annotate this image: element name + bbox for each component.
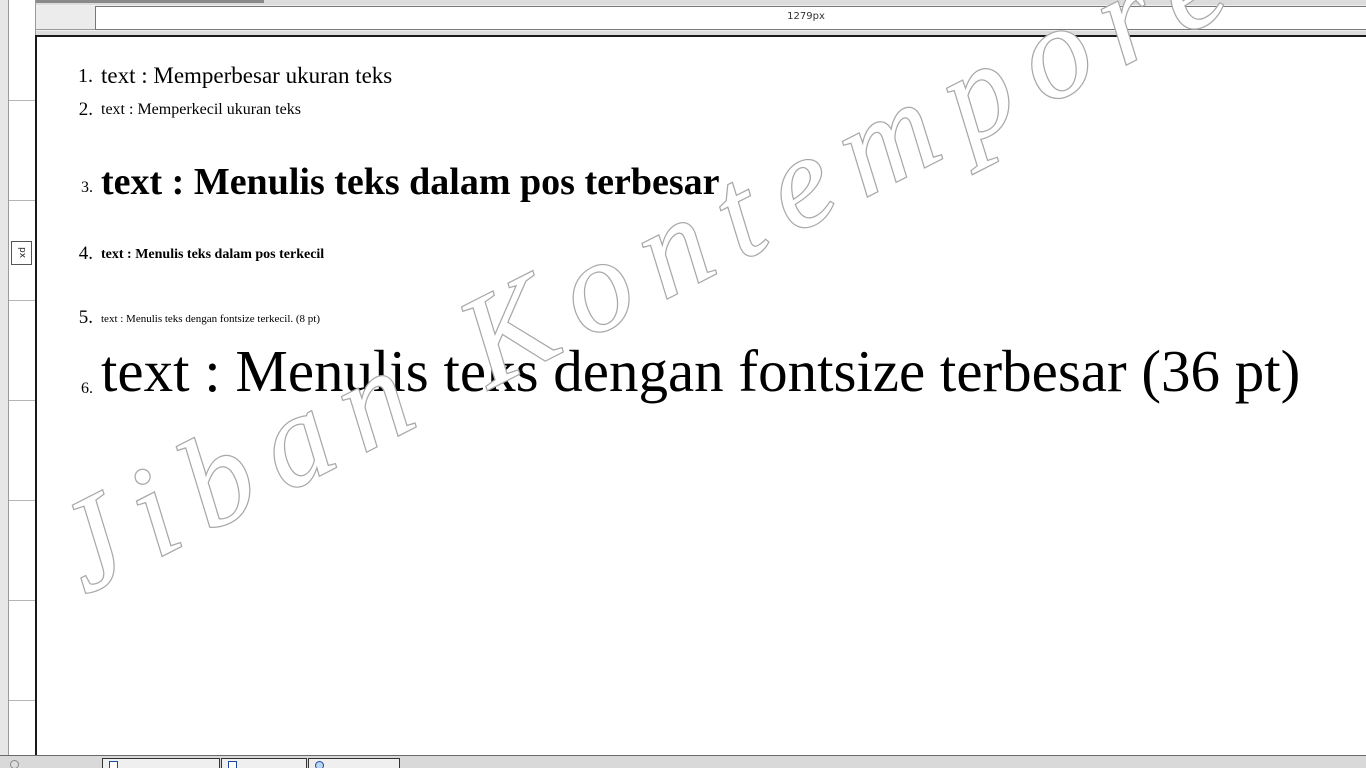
design-canvas[interactable]: 1. text : Memperbesar ukuran teks 2. tex… [35,35,1366,755]
ruler-tick [9,200,35,201]
horizontal-ruler[interactable]: 1279px [95,6,1366,30]
vertical-ruler-unit-label: px [11,241,32,265]
ruler-corner [35,6,95,30]
bottom-view-tabs [0,755,1366,768]
list-item-text: text : Memperbesar ukuran teks [101,63,393,88]
design-document-icon [228,761,237,768]
list-number: 1. [78,65,93,87]
list-number: 4. [78,243,93,264]
vertical-ruler[interactable]: px [9,0,36,760]
preview-globe-icon [315,761,324,768]
tab-html[interactable] [102,758,220,768]
left-window-edge [0,0,9,768]
list-number: 3. [81,179,93,196]
tab-design[interactable] [221,758,307,768]
list-item-text: text : Menulis teks dengan fontsize terb… [101,338,1301,404]
list-item-text: text : Memperkecil ukuran teks [101,101,301,118]
html-document-icon [109,761,118,768]
list-number: 6. [81,380,93,397]
editor-window: 1279px px 1. text : Memperbesar ukuran t… [0,0,1366,768]
horizontal-ruler-width-label: 1279px [787,11,825,22]
ruler-tick [9,100,35,101]
view-tab[interactable] [0,758,100,768]
list-item-text: text : Menulis teks dengan fontsize terk… [101,313,321,325]
ruler-tick [9,500,35,501]
list-number: 2. [78,99,93,120]
view-icon [10,760,19,768]
ruler-tick [9,700,35,701]
tab-preview[interactable] [308,758,400,768]
ruler-tick [9,400,35,401]
list-item-text: text : Menulis teks dalam pos terbesar [101,161,720,203]
top-strip [9,0,1366,5]
list-item-text: text : Menulis teks dalam pos terkecil [101,247,325,262]
ruler-tick [9,300,35,301]
ruler-tick [9,600,35,601]
top-strip-scroll-thumb[interactable] [9,0,264,3]
list-number: 5. [78,307,93,328]
